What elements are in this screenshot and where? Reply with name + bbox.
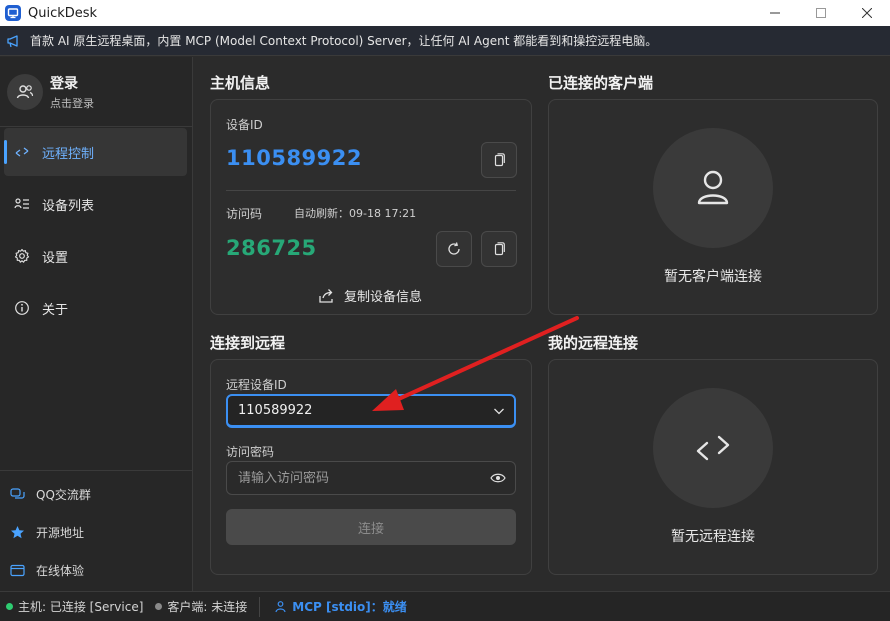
eye-icon[interactable] [481, 472, 515, 484]
connect-card: 远程设备ID 访问密码 连接 [210, 359, 532, 575]
access-code-value: 286725 [226, 236, 317, 260]
clients-card: 暂无客户端连接 [548, 99, 878, 315]
login-subtitle: 点击登录 [50, 96, 94, 110]
sidebar-nav: 远程控制 设备列表 设置 关于 [0, 128, 193, 336]
link-label: QQ交流群 [36, 487, 91, 502]
remote-id-input[interactable] [228, 403, 484, 418]
remote-empty-text: 暂无远程连接 [671, 529, 755, 545]
host-status: 主机: 已连接 [Service] [6, 598, 143, 615]
password-label: 访问密码 [226, 445, 275, 459]
host-info-title: 主机信息 [210, 74, 271, 92]
mcp-status-text: MCP [stdio]：就绪 [292, 600, 407, 614]
device-list-icon [12, 196, 32, 212]
chevron-down-icon[interactable] [484, 405, 514, 417]
window-title: QuickDesk [28, 5, 98, 21]
clients-title: 已连接的客户端 [548, 74, 654, 92]
copy-icon [494, 242, 505, 256]
sidebar-item-remote-control[interactable]: 远程控制 [4, 128, 187, 176]
remote-id-label: 远程设备ID [226, 378, 287, 392]
link-online-demo[interactable]: 在线体验 [0, 551, 193, 589]
avatar[interactable] [7, 73, 43, 110]
remote-id-combobox[interactable] [226, 394, 516, 428]
remote-connection-icon [696, 435, 730, 461]
refresh-icon [448, 242, 460, 255]
client-status-dot [155, 603, 163, 610]
host-info-card: 设备ID 110589922 访问码 自动刷新：09-18 17:21 2867… [210, 99, 532, 315]
remote-card: 暂无远程连接 [548, 359, 878, 575]
sidebar-item-label: 关于 [42, 302, 69, 318]
user-icon [697, 170, 729, 205]
refresh-code-button[interactable] [436, 231, 472, 267]
device-id-label: 设备ID [226, 118, 263, 132]
remote-title: 我的远程连接 [548, 334, 639, 352]
megaphone-icon [6, 33, 22, 49]
copy-access-code-button[interactable] [481, 231, 517, 267]
clients-empty-text: 暂无客户端连接 [664, 269, 762, 285]
remote-placeholder-circle [653, 388, 773, 508]
maximize-button[interactable] [798, 0, 844, 26]
copy-device-info-button[interactable]: 复制设备信息 [211, 286, 529, 305]
sidebar-item-settings[interactable]: 设置 [4, 232, 187, 280]
mcp-status[interactable]: MCP [stdio]：就绪 [274, 598, 407, 615]
host-status-text: 主机: 已连接 [Service] [18, 600, 144, 614]
link-source-code[interactable]: 开源地址 [0, 513, 193, 551]
sidebar-item-device-list[interactable]: 设备列表 [4, 180, 187, 228]
auto-refresh-time: 自动刷新：09-18 17:21 [294, 207, 417, 220]
sidebar-links: QQ交流群 开源地址 在线体验 [0, 470, 193, 589]
client-status: 客户端: 未连接 [155, 598, 247, 615]
link-qq-group[interactable]: QQ交流群 [0, 475, 193, 513]
copy-device-id-button[interactable] [481, 142, 517, 178]
share-icon [318, 287, 336, 305]
device-id-value: 110589922 [226, 146, 363, 170]
copy-device-info-label: 复制设备信息 [343, 290, 422, 305]
connect-title: 连接到远程 [210, 334, 286, 352]
host-divider [226, 190, 516, 191]
password-field[interactable] [226, 461, 516, 495]
access-code-label: 访问码 [226, 207, 263, 221]
copy-icon [494, 153, 505, 167]
users-icon [16, 84, 34, 98]
app-logo-icon [5, 5, 21, 21]
host-status-dot [6, 603, 13, 610]
info-icon [12, 300, 32, 316]
title-bar: QuickDesk [0, 0, 890, 26]
sidebar-item-label: 设置 [42, 250, 69, 266]
chat-group-icon [8, 487, 26, 502]
connect-button[interactable]: 连接 [226, 509, 516, 545]
link-label: 在线体验 [36, 563, 85, 578]
mcp-icon [275, 601, 286, 613]
sidebar-item-label: 设备列表 [42, 198, 95, 214]
announcement-banner: 首款 AI 原生远程桌面，内置 MCP (Model Context Proto… [0, 26, 890, 56]
banner-text: 首款 AI 原生远程桌面，内置 MCP (Model Context Proto… [30, 34, 658, 48]
sidebar: 登录 点击登录 远程控制 设备列表 设置 关于 QQ交流群 开源地址 在线体验 [0, 57, 193, 591]
minimize-button[interactable] [752, 0, 798, 26]
client-status-text: 客户端: 未连接 [167, 600, 248, 614]
password-input[interactable] [227, 470, 481, 486]
login-panel[interactable]: 登录 点击登录 [0, 57, 193, 127]
login-title: 登录 [50, 75, 78, 92]
gear-icon [12, 248, 32, 264]
sidebar-item-about[interactable]: 关于 [4, 284, 187, 332]
status-divider [259, 596, 261, 617]
link-label: 开源地址 [36, 525, 85, 540]
close-button[interactable] [844, 0, 890, 26]
browser-icon [8, 563, 26, 578]
client-placeholder-avatar [653, 128, 773, 248]
sidebar-item-label: 远程控制 [42, 146, 95, 162]
remote-control-icon [12, 144, 32, 160]
status-bar: 主机: 已连接 [Service] 客户端: 未连接 MCP [stdio]：就… [0, 591, 890, 621]
star-icon [8, 525, 26, 540]
